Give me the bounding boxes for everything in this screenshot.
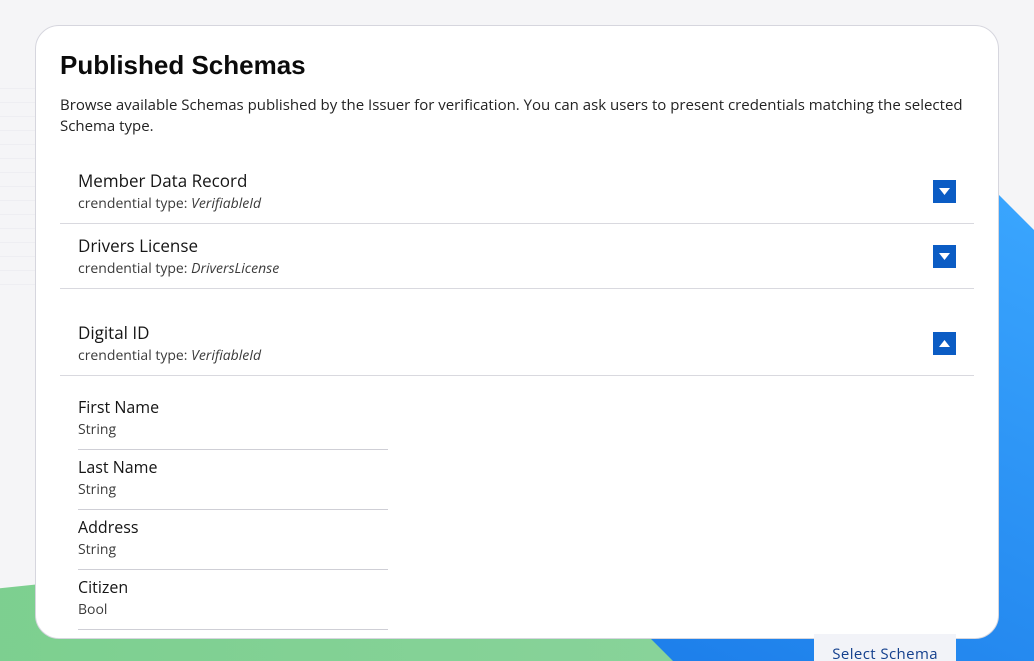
schema-credtype-line: crendential type: VerifiableId [78,346,261,365]
credtype-value: VerifiableId [191,194,261,213]
field-type: String [78,480,388,499]
field-name: Last Name [78,456,388,478]
chevron-up-icon [939,340,950,347]
published-schemas-card: Published Schemas Browse available Schem… [35,25,999,639]
schema-field: First Name String [78,390,388,450]
schema-name: Drivers License [78,234,279,257]
credtype-value: VerifiableId [191,346,261,365]
schema-name: Member Data Record [78,169,261,192]
field-name: First Name [78,396,388,418]
schema-credtype-line: crendential type: VerifiableId [78,194,261,213]
schema-row-drivers-license[interactable]: Drivers License crendential type: Driver… [60,224,974,289]
select-schema-button[interactable]: Select Schema [814,634,956,661]
field-name: Citizen [78,576,388,598]
page-title: Published Schemas [60,50,974,81]
schema-field: Citizen Bool [78,570,388,630]
credtype-label: crendential type: [78,259,187,278]
schema-fields-panel: First Name String Last Name String Addre… [60,376,974,661]
chevron-down-icon [939,188,950,195]
credtype-label: crendential type: [78,194,187,213]
schema-credtype-line: crendential type: DriversLicense [78,259,279,278]
credtype-value: DriversLicense [191,259,279,278]
schema-name: Digital ID [78,321,261,344]
expand-button[interactable] [933,245,956,268]
credtype-label: crendential type: [78,346,187,365]
collapse-button[interactable] [933,332,956,355]
schema-field: Last Name String [78,450,388,510]
schema-field: Address String [78,510,388,570]
schema-row-digital-id[interactable]: Digital ID crendential type: VerifiableI… [60,311,974,376]
field-type: String [78,420,388,439]
field-name: Address [78,516,388,538]
page-description: Browse available Schemas published by th… [60,95,974,137]
field-type: Bool [78,600,388,619]
schema-list: Member Data Record crendential type: Ver… [60,159,974,661]
chevron-down-icon [939,253,950,260]
expand-button[interactable] [933,180,956,203]
field-type: String [78,540,388,559]
schema-row-member-data-record[interactable]: Member Data Record crendential type: Ver… [60,159,974,224]
